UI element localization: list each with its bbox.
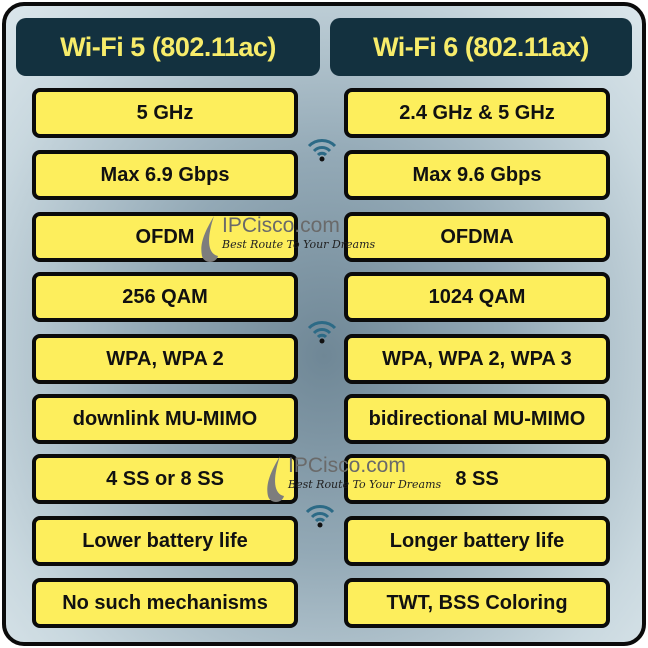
cell-left-4: WPA, WPA 2 [32, 334, 298, 384]
cell-right-2: OFDMA [344, 212, 610, 262]
cell-left-5: downlink MU-MIMO [32, 394, 298, 444]
watermark-site: IPCisco.com [288, 454, 406, 477]
cell-left-6: 4 SS or 8 SS [32, 454, 298, 504]
cell-right-4: WPA, WPA 2, WPA 3 [344, 334, 610, 384]
watermark: IPCisco.com Best Route To Your Dreams [198, 214, 376, 262]
wifi-icon [305, 502, 335, 528]
watermark-tagline: Best Route To Your Dreams [288, 478, 442, 491]
cell-right-7: Longer battery life [344, 516, 610, 566]
logo-drop-icon [201, 216, 218, 262]
watermark-tagline: Best Route To Your Dreams [222, 238, 376, 251]
logo-drop-icon [267, 456, 284, 502]
cell-left-7: Lower battery life [32, 516, 298, 566]
cell-right-0: 2.4 GHz & 5 GHz [344, 88, 610, 138]
wifi-icon [307, 318, 337, 344]
header-wifi5: Wi-Fi 5 (802.11ac) [16, 18, 320, 76]
cell-right-5: bidirectional MU-MIMO [344, 394, 610, 444]
cell-left-3: 256 QAM [32, 272, 298, 322]
cell-right-8: TWT, BSS Coloring [344, 578, 610, 628]
wifi-icon [307, 136, 337, 162]
header-wifi6: Wi-Fi 6 (802.11ax) [330, 18, 632, 76]
cell-right-1: Max 9.6 Gbps [344, 150, 610, 200]
cell-left-0: 5 GHz [32, 88, 298, 138]
infographic-frame: Wi-Fi 5 (802.11ac) Wi-Fi 6 (802.11ax) 5 … [2, 2, 646, 646]
cell-left-8: No such mechanisms [32, 578, 298, 628]
watermark-site: IPCisco.com [222, 214, 340, 237]
cell-left-1: Max 6.9 Gbps [32, 150, 298, 200]
cell-right-3: 1024 QAM [344, 272, 610, 322]
watermark: IPCisco.com Best Route To Your Dreams [264, 454, 442, 502]
